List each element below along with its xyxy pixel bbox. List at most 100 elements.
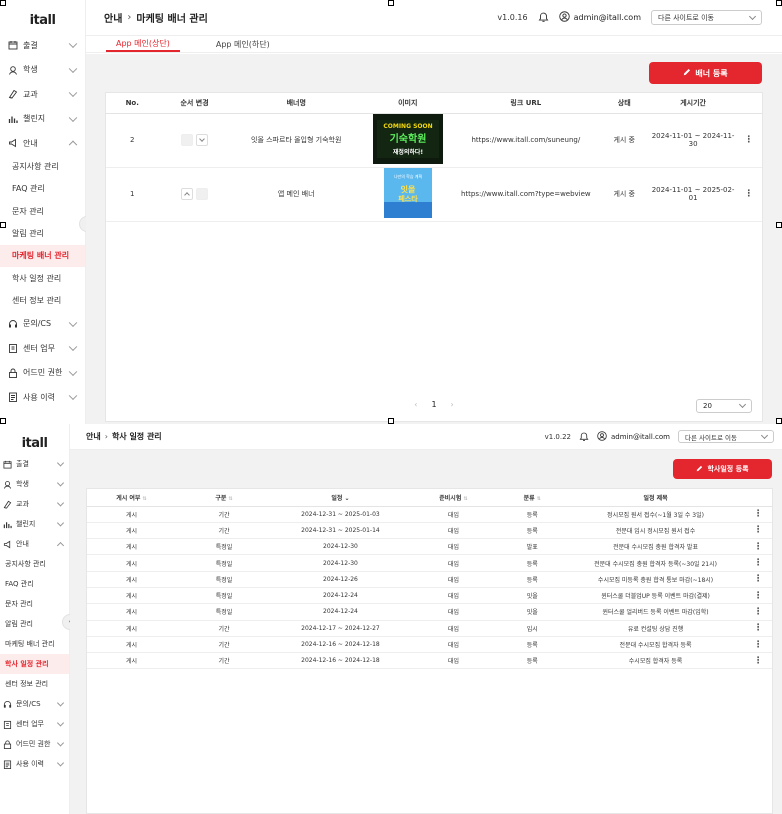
move-up-button[interactable] [181,188,194,200]
table-row[interactable]: 1 앱 메인 배너 나만의 학습 계획 잇올 페스타 https://www.i… [106,167,762,222]
register-banner-button[interactable]: 배너 등록 [649,62,762,84]
sidebar-item-4[interactable]: 안내 [0,131,85,156]
sidebar-bottom-item-2[interactable]: 어드민 권한 [0,734,69,754]
sidebar-subitem-4[interactable]: 마케팅 배너 관리 [0,244,85,267]
sidebar-item-2[interactable]: 교과 [0,82,85,107]
more-menu-button[interactable]: ⋮ [744,620,772,637]
more-menu-button[interactable]: ⋮ [744,522,772,540]
sidebar-item-4[interactable]: 안내 [0,534,69,554]
sidebar-nav: 출결 학생 교과 챌린지 안내 공지사항 관리 FAQ 관리 문자 관리 알림 관리 마… [0,33,85,410]
sidebar-bottom-item-0[interactable]: 문의/CS [0,312,85,337]
breadcrumb-parent[interactable]: 안내 [104,10,122,25]
tab-app-main-bottom[interactable]: App 메인(하단) [206,36,280,52]
megaphone-icon [3,540,12,549]
sidebar-item-label: 챌린지 [16,520,36,528]
sidebar-subitem-2[interactable]: 문자 관리 [0,200,85,222]
more-menu-button[interactable]: ⋮ [744,506,772,523]
breadcrumb-separator-icon: › [127,12,132,23]
sidebar-item-1[interactable]: 학생 [0,474,69,494]
current-page[interactable]: 1 [431,400,436,409]
next-page-icon[interactable]: › [451,400,454,409]
sidebar-bottom-item-0[interactable]: 문의/CS [0,694,69,714]
type-cell: 기간 [176,522,272,540]
more-menu-button[interactable]: ⋮ [744,571,772,588]
sidebar-subitem-1[interactable]: FAQ 관리 [0,574,69,594]
site-select-value: 다른 사이트로 이동 [658,13,714,22]
col-date[interactable]: 일정 ⌄ [271,489,409,507]
more-menu-button[interactable]: ⋮ [744,554,772,572]
sidebar-bottom-item-1[interactable]: 센터 업무 [0,336,85,361]
sidebar-subitem-2[interactable]: 문자 관리 [0,594,69,614]
exam-cell: 대입 [408,538,498,556]
col-type[interactable]: 구분 ⇅ [176,489,272,507]
sidebar-subitem-6[interactable]: 센터 정보 관리 [0,289,85,311]
sidebar-item-0[interactable]: 출결 [0,454,69,474]
move-down-button[interactable] [196,134,209,146]
bell-icon[interactable] [579,427,589,446]
col-category[interactable]: 분류 ⇅ [497,489,567,507]
pencil-icon [696,465,703,474]
sidebar-subitem-4[interactable]: 마케팅 배너 관리 [0,634,69,654]
table-row[interactable]: 게시 특정일 2024-12-24 대입 잇올 윈터스쿨 더블업UP 등록 이벤트 마감(… [87,587,772,605]
sidebar-subitem-0[interactable]: 공지사항 관리 [0,554,69,574]
table-row[interactable]: 게시 특정일 2024-12-26 대입 등록 수시모집 미등록 충원 합격 통보 마감(… [87,571,772,588]
table-row[interactable]: 게시 기간 2024-12-31 ~ 2025-01-14 대입 등록 전문대 입시 정시… [87,522,772,540]
category-cell: 등록 [497,554,567,572]
table-row[interactable]: 게시 특정일 2024-12-30 대입 등록 전문대 수시모집 충원 합격자 등록(~3… [87,554,772,572]
sidebar-subitem-3[interactable]: 알림 관리 [0,614,69,634]
site-select[interactable]: 다른 사이트로 이동 [651,10,762,25]
table-row[interactable]: 2 잇올 스파르타 올입형 기숙학원 COMING SOON 기숙학원 재정의하… [106,113,762,168]
tab-app-main-top[interactable]: App 메인(상단) [106,36,180,52]
sidebar-bottom-item-3[interactable]: 사용 이력 [0,385,85,410]
table-row[interactable]: 게시 특정일 2024-12-24 대입 잇올 윈터스쿨 얼리버드 등록 이벤트 마감(입… [87,603,772,621]
table-row[interactable]: 게시 기간 2024-12-17 ~ 2024-12-27 대입 입시 유료 컨설팅 상담… [87,620,772,637]
table-row[interactable]: 게시 기간 2024-12-16 ~ 2024-12-18 대입 등록 수시모집 합격자 … [87,652,772,670]
more-menu-button[interactable]: ⋮ [735,167,762,222]
more-menu-button[interactable]: ⋮ [744,652,772,670]
table-row[interactable]: 게시 기간 2024-12-16 ~ 2024-12-18 대입 등록 전문대 수시모집 … [87,636,772,654]
sidebar-nav: 출결 학생 교과 챌린지 안내 공지사항 관리 FAQ 관리 문자 관리 알림 관리 마… [0,454,69,774]
banner-image[interactable]: COMING SOON 기숙학원 재정의하다! [361,113,454,168]
prev-page-icon[interactable]: ‹ [414,400,417,409]
sidebar-item-0[interactable]: 출결 [0,33,85,58]
sidebar-bottom-item-3[interactable]: 사용 이력 [0,754,69,774]
chevron-down-icon [56,699,65,707]
page-size-select[interactable]: 20 [696,399,752,413]
more-menu-button[interactable]: ⋮ [735,113,762,168]
title-cell: 수시모집 합격자 등록 [566,652,745,670]
resize-handle [776,222,782,228]
admin-account[interactable]: admin@itall.com [558,11,641,24]
sidebar-subitem-5[interactable]: 학사 일정 관리 [0,654,69,674]
bell-icon[interactable] [538,8,549,27]
register-schedule-button[interactable]: 학사일정 등록 [673,459,772,479]
sidebar-item-1[interactable]: 학생 [0,58,85,83]
sidebar-subitem-0[interactable]: 공지사항 관리 [0,156,85,178]
site-select[interactable]: 다른 사이트로 이동 [678,430,774,443]
sidebar-subitem-5[interactable]: 학사 일정 관리 [0,267,85,289]
table-row[interactable]: 게시 기간 2024-12-31 ~ 2025-01-03 대입 등록 정시모집 원서 접… [87,506,772,523]
col-published[interactable]: 게시 여부 ⇅ [87,489,177,507]
headset-icon [3,700,12,709]
exam-cell: 대입 [408,587,498,605]
admin-account[interactable]: admin@itall.com [597,430,670,443]
svg-text:기숙학원: 기숙학원 [389,132,426,145]
published-cell: 게시 [87,554,177,572]
link-url[interactable]: https://www.itall.com/suneung/ [453,113,598,168]
more-menu-button[interactable]: ⋮ [744,636,772,654]
banner-image[interactable]: 나만의 학습 계획 잇올 페스타 [361,167,454,222]
more-menu-button[interactable]: ⋮ [744,603,772,621]
link-url[interactable]: https://www.itall.com?type=webview [453,167,598,222]
more-menu-button[interactable]: ⋮ [744,587,772,605]
sidebar-bottom-item-1[interactable]: 센터 업무 [0,714,69,734]
more-menu-button[interactable]: ⋮ [744,538,772,556]
sidebar-subitem-1[interactable]: FAQ 관리 [0,178,85,200]
table-row[interactable]: 게시 특정일 2024-12-30 대입 발표 전문대 수시모집 충원 합격자 발표 ⋮ [87,538,772,556]
sidebar-item-3[interactable]: 챌린지 [0,514,69,534]
sidebar-bottom-item-2[interactable]: 어드민 권한 [0,361,85,386]
col-exam[interactable]: 준비시험 ⇅ [408,489,498,507]
sidebar-subitem-3[interactable]: 알림 관리 [0,222,85,244]
sidebar-item-3[interactable]: 챌린지 [0,107,85,132]
sidebar-subitem-6[interactable]: 센터 정보 관리 [0,674,69,694]
breadcrumb-parent[interactable]: 안내 [86,431,101,442]
sidebar-item-2[interactable]: 교과 [0,494,69,514]
